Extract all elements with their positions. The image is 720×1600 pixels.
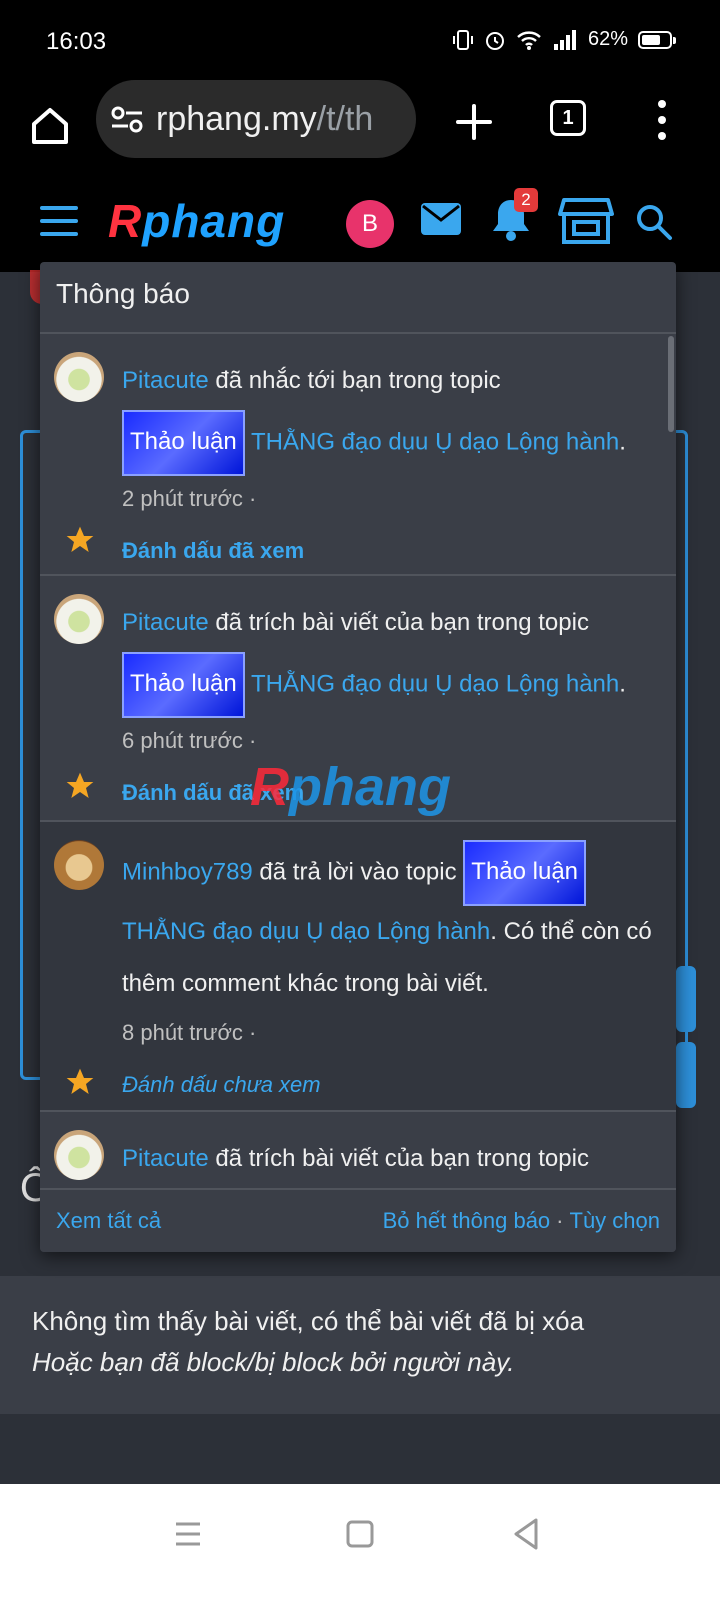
battery-percent: 62%	[587, 28, 628, 50]
notification-list[interactable]: Pitacute đã nhắc tới bạn trong topic Thảo…	[40, 334, 676, 1188]
not-found-line: Không tìm thấy bài viết, có thể bài viết…	[32, 1306, 585, 1336]
browser-menu-button[interactable]	[650, 96, 674, 144]
background-button[interactable]	[676, 1042, 696, 1108]
home-button[interactable]	[22, 98, 78, 154]
user-avatar[interactable]	[54, 594, 104, 644]
notification-text: Pitacute đã nhắc tới bạn trong topic Thảo…	[122, 352, 652, 476]
site-logo[interactable]: Rphang	[108, 194, 285, 248]
notification-time: 8 phút trước ·	[122, 1020, 257, 1045]
system-navigation-bar	[0, 1484, 720, 1600]
home-nav-icon[interactable]	[340, 1514, 380, 1554]
topic-link[interactable]: THẰNG đạo dụu Ụ dạo Lộng hành	[251, 670, 619, 697]
see-all-link[interactable]: Xem tất cả	[56, 1208, 161, 1234]
notification-text: Pitacute đã trích bài viết của bạn trong…	[122, 594, 652, 718]
store-icon[interactable]	[558, 196, 614, 246]
notification-time: 6 phút trước ·	[122, 728, 257, 753]
user-avatar[interactable]	[54, 840, 104, 890]
wifi-icon	[517, 30, 541, 50]
mark-unread-link[interactable]: Đánh dấu chưa xem	[122, 1072, 652, 1098]
topic-tag[interactable]: Thảo luận	[122, 652, 245, 718]
back-icon[interactable]	[506, 1514, 546, 1554]
status-bar: 16:03 62%	[0, 0, 720, 80]
options-link[interactable]: Tùy chọn	[570, 1208, 661, 1233]
tab-switcher-button[interactable]: 1	[550, 100, 586, 136]
footer-separator: ·	[556, 1208, 564, 1233]
status-time: 16:03	[46, 28, 107, 55]
site-settings-icon[interactable]	[110, 104, 144, 134]
notification-text: Pitacute đã trích bài viết của bạn trong…	[122, 1130, 652, 1188]
url-path: /t/th	[316, 99, 374, 138]
notification-popup: Thông báo Pitacute đã nhắc tới bạn trong…	[40, 262, 676, 1252]
topic-link[interactable]: THẰNG đạo dụu Ụ dạo Lộng hành	[251, 428, 619, 455]
background-button[interactable]	[676, 966, 696, 1032]
notification-time: 2 phút trước ·	[122, 486, 257, 511]
signal-icon	[553, 29, 576, 50]
post-not-found-message: Không tìm thấy bài viết, có thể bài viết…	[0, 1276, 720, 1414]
notification-count-badge: 2	[514, 188, 538, 212]
footer-actions: Bỏ hết thông báo · Tùy chọn	[383, 1208, 660, 1234]
star-icon	[66, 772, 94, 798]
user-link[interactable]: Pitacute	[122, 609, 209, 636]
mark-read-link[interactable]: Đánh dấu đã xem	[122, 780, 652, 806]
new-tab-button[interactable]	[446, 94, 502, 150]
mail-icon[interactable]	[420, 202, 462, 236]
user-avatar[interactable]	[54, 1130, 104, 1180]
mark-read-link[interactable]: Đánh dấu đã xem	[122, 538, 652, 564]
notification-text: Minhboy789 đã trả lời vào topic Thảo luậ…	[122, 840, 652, 1010]
topic-tag[interactable]: Thảo luận	[122, 410, 245, 476]
popup-footer: Xem tất cả Bỏ hết thông báo · Tùy chọn	[40, 1188, 676, 1252]
recent-apps-icon[interactable]	[168, 1514, 208, 1554]
url-domain: rphang.my	[156, 99, 317, 138]
user-link[interactable]: Pitacute	[122, 1145, 209, 1172]
block-notice-line: Hoặc bạn đã block/bị block bởi người này…	[32, 1347, 515, 1377]
dismiss-all-link[interactable]: Bỏ hết thông báo	[383, 1208, 551, 1233]
browser-toolbar: rphang.my/t/th 1	[0, 80, 720, 180]
alarm-icon	[485, 31, 504, 50]
home-icon	[32, 108, 68, 144]
battery-icon	[638, 30, 676, 49]
plus-icon	[456, 104, 492, 140]
user-link[interactable]: Minhboy789	[122, 858, 253, 885]
notification-item[interactable]: Pitacute đã trích bài viết của bạn trong…	[40, 1112, 676, 1188]
user-avatar[interactable]	[54, 352, 104, 402]
vibrate-icon	[452, 29, 473, 50]
star-icon	[66, 526, 94, 552]
topic-tag[interactable]: Thảo luận	[463, 840, 587, 906]
status-icons: 62%	[452, 28, 676, 51]
topic-link[interactable]: THẰNG đạo dụu Ụ dạo Lộng hành	[122, 918, 490, 945]
user-avatar[interactable]: B	[346, 200, 394, 248]
url-text: rphang.my/t/th	[156, 100, 373, 139]
search-icon[interactable]	[634, 202, 674, 242]
notification-item[interactable]: Pitacute đã trích bài viết của bạn trong…	[40, 576, 676, 822]
address-bar[interactable]: rphang.my/t/th	[96, 80, 416, 158]
star-icon	[66, 1068, 94, 1094]
hamburger-menu-icon[interactable]	[40, 206, 78, 236]
popup-title: Thông báo	[40, 262, 676, 334]
notification-item[interactable]: Minhboy789 đã trả lời vào topic Thảo luậ…	[40, 822, 676, 1112]
site-header: Rphang B 2	[0, 180, 720, 272]
notification-item[interactable]: Pitacute đã nhắc tới bạn trong topic Thảo…	[40, 334, 676, 576]
user-link[interactable]: Pitacute	[122, 367, 209, 394]
